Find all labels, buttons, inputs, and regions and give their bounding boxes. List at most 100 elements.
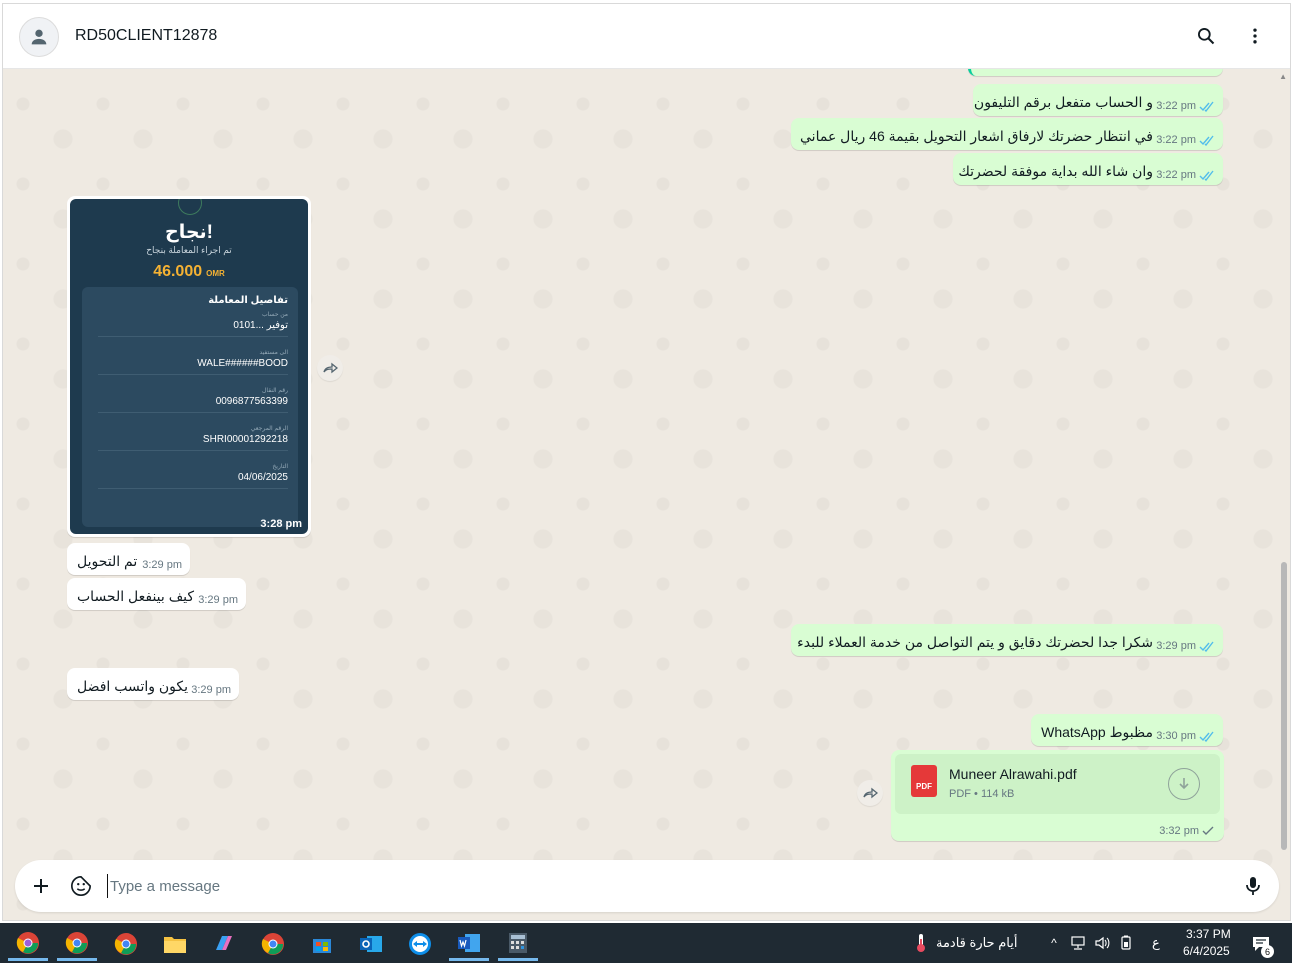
taskbar-chrome-profile-1[interactable] xyxy=(8,927,48,961)
message-meta: 3:30 pm xyxy=(1156,730,1215,742)
double-check-icon xyxy=(1199,170,1214,181)
attach-button[interactable] xyxy=(29,874,53,898)
chrome-icon xyxy=(261,933,284,955)
message-bubble-outgoing[interactable]: شكرا جدا لحضرتك دقايق و يتم التواصل من خ… xyxy=(791,624,1223,656)
row-value: 04/06/2025 xyxy=(237,472,288,483)
row-value: 0096877563399 xyxy=(215,396,288,407)
download-icon xyxy=(1179,778,1189,790)
notification-count-badge: 6 xyxy=(1261,945,1274,958)
amount-value: 46.000 xyxy=(153,263,203,280)
weather-text[interactable]: أيام حارة قادمة xyxy=(936,935,1017,951)
message-bubble-outgoing[interactable]: في انتظار حضرتك لارفاق اشعار التحويل بقي… xyxy=(791,118,1223,150)
speaker-glyph xyxy=(1095,936,1110,950)
message-bubble-incoming[interactable]: يكون واتسب افضل 3:29 pm xyxy=(67,668,239,700)
outlook-icon xyxy=(360,936,382,952)
double-check-icon xyxy=(1199,135,1214,146)
taskbar-chrome[interactable] xyxy=(253,927,293,961)
message-meta: 3:32 pm xyxy=(1159,825,1214,837)
chrome-icon xyxy=(65,931,88,954)
message-time: 3:22 pm xyxy=(1156,169,1196,181)
receipt-details-card: تفاصيل المعاملة من حساب توفير ...0101 ال… xyxy=(82,287,298,527)
forward-button[interactable] xyxy=(857,780,883,806)
chat-header: RD50CLIENT12878 xyxy=(3,4,1290,69)
message-text: و الحساب متفعل برقم التليفون xyxy=(973,94,1153,110)
contact-name[interactable]: RD50CLIENT12878 xyxy=(75,27,217,45)
word-icon xyxy=(458,933,480,952)
message-text: مظبوط WhatsApp xyxy=(1041,724,1153,740)
input-language-indicator[interactable]: ع xyxy=(1152,935,1160,951)
thermometer-icon[interactable] xyxy=(912,933,930,953)
taskbar-store[interactable] xyxy=(302,927,342,961)
taskbar-file-explorer[interactable] xyxy=(155,927,195,961)
battery-icon[interactable] xyxy=(1118,935,1134,951)
image-time: 3:28 pm xyxy=(260,518,302,530)
speaker-icon[interactable] xyxy=(1094,935,1110,951)
message-time: 3:22 pm xyxy=(1156,134,1196,146)
taskbar-teamviewer[interactable] xyxy=(400,927,440,961)
calculator-icon xyxy=(509,932,527,953)
message-time: 3:22 pm xyxy=(1156,100,1196,112)
message-meta: 3:29 pm xyxy=(1156,640,1215,652)
message-time: 3:29 pm xyxy=(191,684,231,696)
document-message-bubble[interactable]: PDF Muneer Alrawahi.pdf PDF • 114 kB 3:3… xyxy=(891,750,1224,841)
scroll-up-arrow-icon[interactable]: ▲ xyxy=(1279,72,1287,81)
receipt-row: رقم النقال 0096877563399 xyxy=(98,387,288,413)
message-input[interactable] xyxy=(107,874,1207,898)
receipt-title: نجاح! xyxy=(165,222,213,243)
plus-icon xyxy=(34,879,48,893)
details-title: تفاصيل المعاملة xyxy=(208,295,288,306)
message-bubble-outgoing[interactable]: و الحساب متفعل برقم التليفون 3:22 pm xyxy=(973,84,1223,116)
download-button[interactable] xyxy=(1168,768,1200,800)
message-meta: 3:22 pm xyxy=(1156,169,1215,181)
receipt-subtitle: تم اجراء المعاملة بنجاح xyxy=(146,245,232,255)
message-bubble-incoming[interactable]: تم التحويل 3:29 pm xyxy=(67,543,190,575)
voice-message-button[interactable] xyxy=(1241,874,1265,898)
scrollbar-thumb[interactable] xyxy=(1281,562,1287,850)
message-meta: 3:22 pm xyxy=(1156,100,1215,112)
clock-date[interactable]: 6/4/2025 xyxy=(1183,944,1230,958)
receipt-row: الى مستفيد WALE######BOOD xyxy=(98,349,288,375)
image-message-bubble[interactable]: نجاح! تم اجراء المعاملة بنجاح 46.000 OMR … xyxy=(67,196,311,537)
taskbar-word[interactable] xyxy=(449,927,489,961)
sticker-button[interactable] xyxy=(69,874,93,898)
message-bubble-incoming[interactable]: كيف بينفعل الحساب 3:29 pm xyxy=(67,578,246,610)
chrome-icon xyxy=(16,931,39,954)
row-label: رقم النقال xyxy=(262,388,288,394)
contact-avatar[interactable] xyxy=(19,17,59,57)
message-time: 3:29 pm xyxy=(1156,640,1196,652)
single-check-icon xyxy=(1202,826,1214,835)
message-bubble-outgoing[interactable]: وان شاء الله بداية موفقة لحضرتك 3:22 pm xyxy=(953,153,1223,185)
taskbar-outlook[interactable] xyxy=(351,927,391,961)
message-time: 3:32 pm xyxy=(1159,825,1199,837)
receipt-row: من حساب توفير ...0101 xyxy=(98,311,288,337)
row-value: توفير ...0101 xyxy=(233,320,288,331)
notifications-button[interactable]: 6 xyxy=(1250,933,1274,958)
whatsapp-window: RD50CLIENT12878 و الحساب متفعل برقم التل… xyxy=(2,3,1291,921)
taskbar-calculator[interactable] xyxy=(498,927,538,961)
message-time: 3:29 pm xyxy=(142,559,182,571)
microphone-icon xyxy=(1246,877,1260,895)
message-text: في انتظار حضرتك لارفاق اشعار التحويل بقي… xyxy=(800,128,1153,144)
menu-button[interactable] xyxy=(1243,24,1267,48)
store-icon xyxy=(313,939,331,953)
row-label: الرقم المرجعي xyxy=(250,426,288,432)
taskbar-chrome-profile-3[interactable] xyxy=(106,927,146,961)
message-text: تم التحويل xyxy=(77,553,138,569)
chevron-up-icon[interactable]: ^ xyxy=(1046,935,1062,951)
network-icon[interactable] xyxy=(1070,935,1086,951)
double-check-icon xyxy=(1199,641,1214,652)
person-icon xyxy=(31,29,47,45)
taskbar-copilot[interactable] xyxy=(204,927,244,961)
windows-taskbar: أيام حارة قادمة ^ ع 3:37 PM 6/4/2025 6 xyxy=(0,923,1292,963)
transfer-receipt-image[interactable]: نجاح! تم اجراء المعاملة بنجاح 46.000 OMR … xyxy=(70,199,308,534)
forward-icon xyxy=(863,787,878,799)
message-text: شكرا جدا لحضرتك دقايق و يتم التواصل من خ… xyxy=(797,634,1153,650)
row-value: WALE######BOOD xyxy=(197,358,288,369)
forward-button[interactable] xyxy=(317,355,343,381)
search-button[interactable] xyxy=(1194,24,1218,48)
taskbar-chrome-profile-2[interactable] xyxy=(57,927,97,961)
message-bubble-outgoing[interactable]: مظبوط WhatsApp 3:30 pm xyxy=(1031,714,1223,746)
teamviewer-icon xyxy=(409,933,431,955)
document-preview[interactable]: PDF Muneer Alrawahi.pdf PDF • 114 kB xyxy=(895,754,1220,814)
clock-time[interactable]: 3:37 PM xyxy=(1186,927,1231,941)
